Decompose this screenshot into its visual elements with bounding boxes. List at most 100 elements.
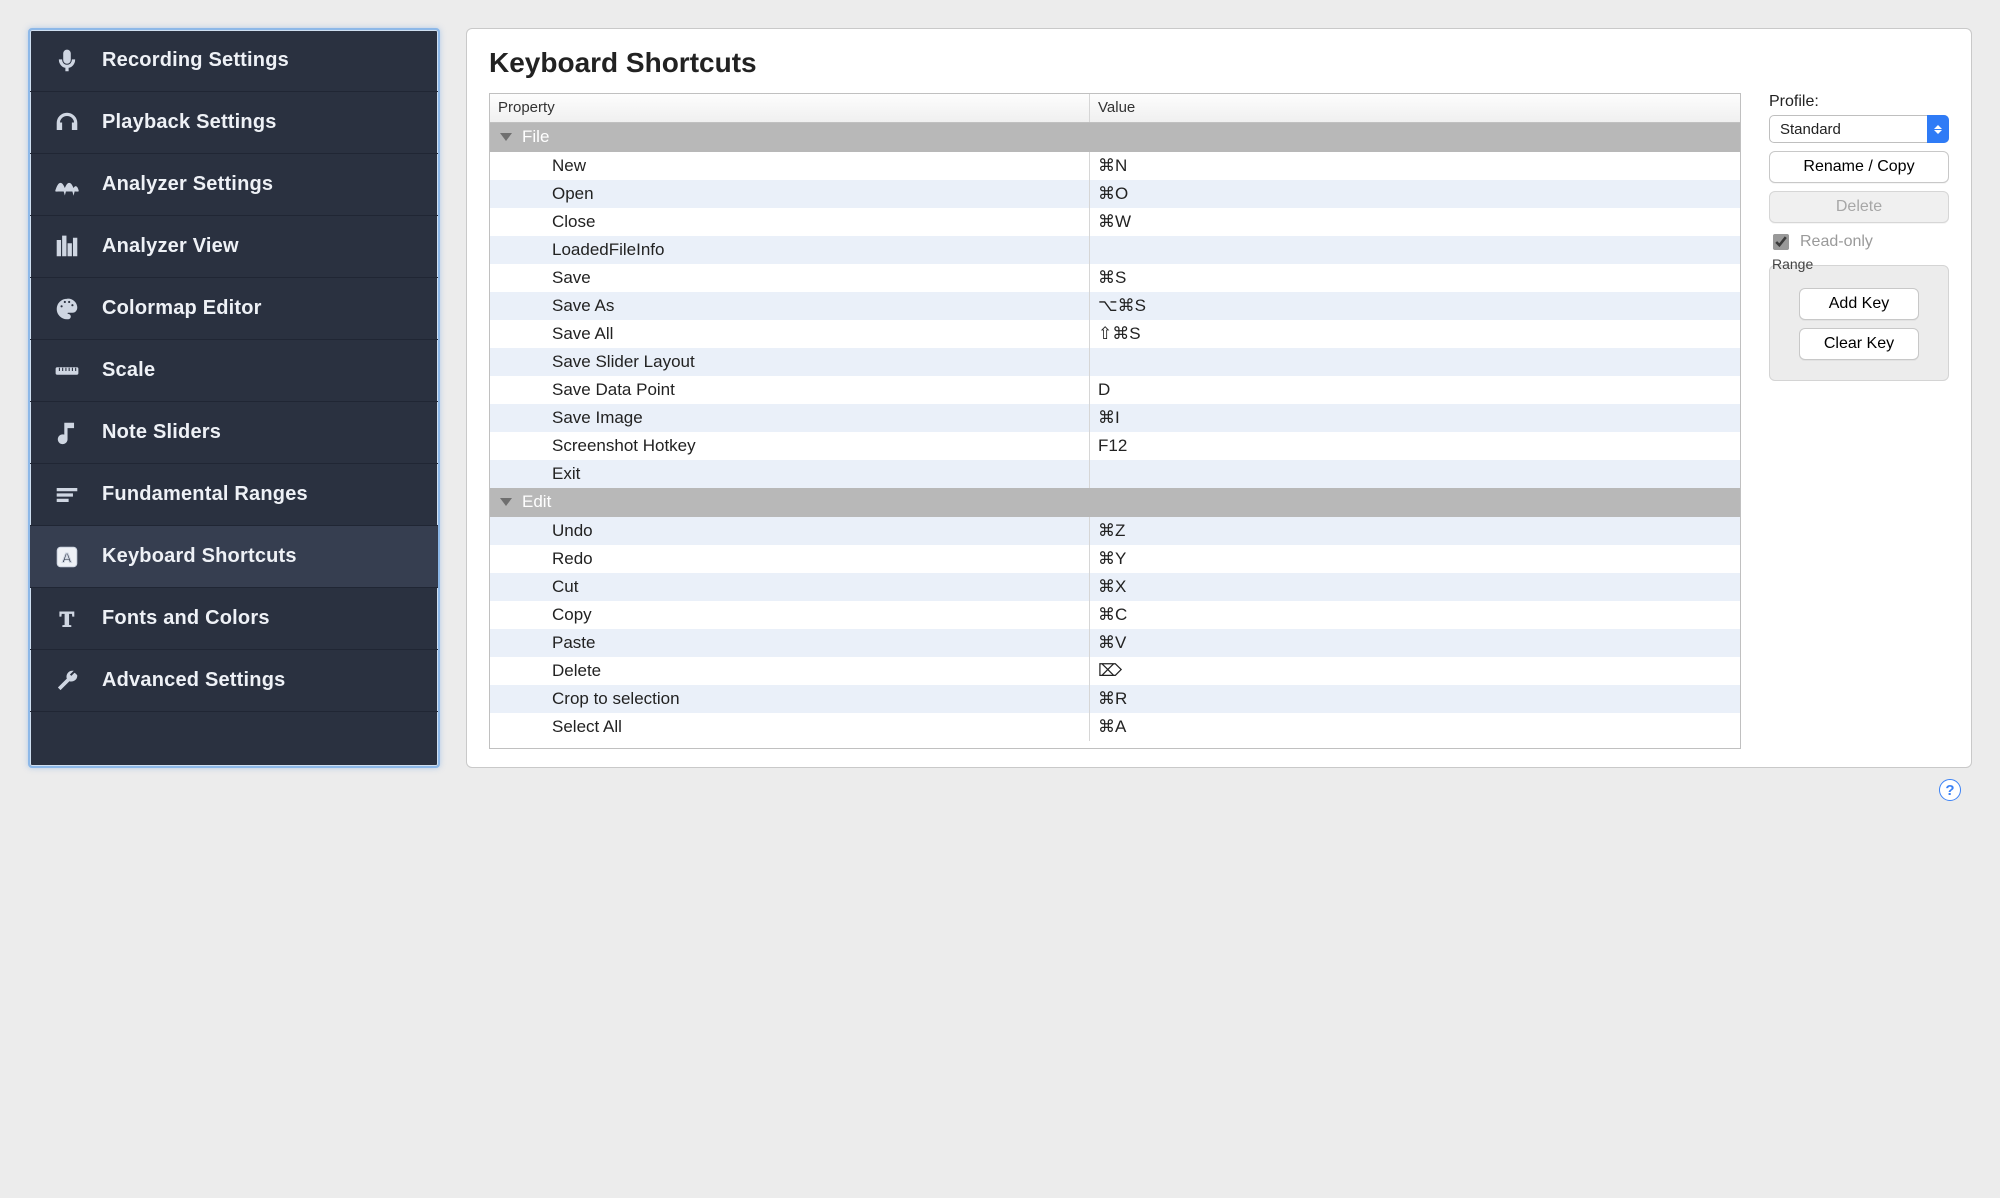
table-row[interactable]: Select All⌘A — [490, 713, 1740, 741]
sidebar-item-label: Analyzer Settings — [102, 173, 273, 196]
lines-icon — [52, 482, 82, 508]
table-row[interactable]: Paste⌘V — [490, 629, 1740, 657]
table-row[interactable]: Save Image⌘I — [490, 404, 1740, 432]
controls-panel: Profile: Standard Rename / Copy Delete R… — [1769, 93, 1949, 749]
section-header-edit[interactable]: Edit — [490, 488, 1740, 517]
sidebar-item-label: Keyboard Shortcuts — [102, 545, 297, 568]
table-row[interactable]: Redo⌘Y — [490, 545, 1740, 573]
property-cell: Open — [490, 180, 1090, 208]
sidebar-item-colormap-editor[interactable]: Colormap Editor — [30, 278, 438, 340]
waveform-icon — [52, 172, 82, 198]
shortcuts-table: Property Value File New⌘NOpen⌘OClose⌘WLoa… — [489, 93, 1741, 749]
table-row[interactable]: Close⌘W — [490, 208, 1740, 236]
add-key-button[interactable]: Add Key — [1799, 288, 1919, 320]
value-cell: ⌘O — [1090, 180, 1740, 208]
profile-select[interactable]: Standard — [1769, 115, 1949, 143]
help-icon[interactable]: ? — [1939, 779, 1961, 801]
sidebar-item-fundamental-ranges[interactable]: Fundamental Ranges — [30, 464, 438, 526]
value-cell: F12 — [1090, 432, 1740, 460]
read-only-label: Read-only — [1800, 233, 1873, 251]
property-cell: Copy — [490, 601, 1090, 629]
value-cell: ⌦ — [1090, 657, 1740, 685]
value-cell: ⌘I — [1090, 404, 1740, 432]
property-cell: Select All — [490, 713, 1090, 741]
value-cell: ⌘N — [1090, 152, 1740, 180]
table-row[interactable]: Save⌘S — [490, 264, 1740, 292]
value-cell: ⌥⌘S — [1090, 292, 1740, 320]
svg-text:T: T — [60, 607, 75, 631]
property-cell: Screenshot Hotkey — [490, 432, 1090, 460]
palette-icon — [52, 296, 82, 322]
table-row[interactable]: Open⌘O — [490, 180, 1740, 208]
section-name: File — [522, 127, 549, 147]
delete-button[interactable]: Delete — [1769, 191, 1949, 223]
profile-label: Profile: — [1769, 93, 1949, 111]
sidebar-item-advanced-settings[interactable]: Advanced Settings — [30, 650, 438, 712]
read-only-checkbox[interactable]: Read-only — [1769, 231, 1949, 253]
rename-copy-button[interactable]: Rename / Copy — [1769, 151, 1949, 183]
table-row[interactable]: Save Data PointD — [490, 376, 1740, 404]
property-cell: Close — [490, 208, 1090, 236]
property-cell: New — [490, 152, 1090, 180]
dropdown-caret-icon — [1927, 115, 1949, 143]
property-cell: Redo — [490, 545, 1090, 573]
sidebar-item-analyzer-view[interactable]: Analyzer View — [30, 216, 438, 278]
value-cell — [1090, 460, 1740, 488]
sidebar-item-scale[interactable]: Scale — [30, 340, 438, 402]
value-cell: ⌘X — [1090, 573, 1740, 601]
sidebar-item-label: Note Sliders — [102, 421, 221, 444]
sidebar-item-note-sliders[interactable]: Note Sliders — [30, 402, 438, 464]
sidebar-item-label: Playback Settings — [102, 111, 277, 134]
table-row[interactable]: New⌘N — [490, 152, 1740, 180]
disclosure-triangle-icon — [500, 498, 512, 506]
column-property[interactable]: Property — [490, 94, 1090, 122]
table-row[interactable]: Copy⌘C — [490, 601, 1740, 629]
section-header-file[interactable]: File — [490, 123, 1740, 152]
wrench-icon — [52, 668, 82, 694]
clear-key-button[interactable]: Clear Key — [1799, 328, 1919, 360]
value-cell: ⌘Y — [1090, 545, 1740, 573]
sidebar-item-analyzer-settings[interactable]: Analyzer Settings — [30, 154, 438, 216]
table-row[interactable]: LoadedFileInfo — [490, 236, 1740, 264]
sidebar-item-keyboard-shortcuts[interactable]: AKeyboard Shortcuts — [30, 526, 438, 588]
table-row[interactable]: Screenshot HotkeyF12 — [490, 432, 1740, 460]
table-body[interactable]: FileNew⌘NOpen⌘OClose⌘WLoadedFileInfoSave… — [490, 123, 1740, 748]
property-cell: Save — [490, 264, 1090, 292]
value-cell — [1090, 348, 1740, 376]
section-name: Edit — [522, 492, 551, 512]
sidebar-item-fonts-and-colors[interactable]: TFonts and Colors — [30, 588, 438, 650]
table-row[interactable]: Exit — [490, 460, 1740, 488]
table-row[interactable]: Delete⌦ — [490, 657, 1740, 685]
value-cell: ⇧⌘S — [1090, 320, 1740, 348]
sidebar-item-label: Fundamental Ranges — [102, 483, 308, 506]
table-row[interactable]: Undo⌘Z — [490, 517, 1740, 545]
disclosure-triangle-icon — [500, 133, 512, 141]
sidebar-item-label: Recording Settings — [102, 49, 289, 72]
value-cell: ⌘W — [1090, 208, 1740, 236]
text-t-icon: T — [52, 606, 82, 632]
property-cell: Save As — [490, 292, 1090, 320]
table-row[interactable]: Crop to selection⌘R — [490, 685, 1740, 713]
value-cell: ⌘R — [1090, 685, 1740, 713]
main-panel: Keyboard Shortcuts Property Value FileNe… — [466, 28, 1972, 768]
table-header: Property Value — [490, 94, 1740, 123]
range-title: Range — [1770, 256, 1815, 272]
bars-icon — [52, 234, 82, 260]
value-cell — [1090, 236, 1740, 264]
property-cell: Paste — [490, 629, 1090, 657]
table-row[interactable]: Save Slider Layout — [490, 348, 1740, 376]
sidebar-item-playback-settings[interactable]: Playback Settings — [30, 92, 438, 154]
ruler-icon — [52, 358, 82, 384]
table-row[interactable]: Cut⌘X — [490, 573, 1740, 601]
value-cell: ⌘A — [1090, 713, 1740, 741]
sidebar-item-recording-settings[interactable]: Recording Settings — [30, 30, 438, 92]
table-row[interactable]: Save All⇧⌘S — [490, 320, 1740, 348]
headphones-icon — [52, 110, 82, 136]
read-only-input[interactable] — [1773, 234, 1789, 250]
property-cell: Undo — [490, 517, 1090, 545]
column-value[interactable]: Value — [1090, 94, 1740, 122]
settings-sidebar: Recording Settings Playback Settings Analy… — [28, 28, 440, 768]
sidebar-item-label: Colormap Editor — [102, 297, 262, 320]
table-row[interactable]: Save As⌥⌘S — [490, 292, 1740, 320]
value-cell: ⌘C — [1090, 601, 1740, 629]
